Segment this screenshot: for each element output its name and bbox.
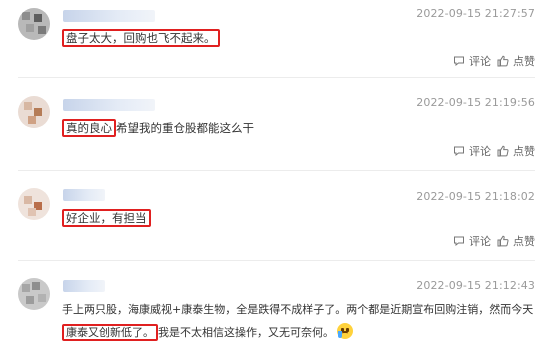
avatar[interactable] <box>18 8 50 40</box>
crying-face-icon <box>337 323 353 339</box>
highlighted-text: 康泰又创新低了。 <box>62 324 158 341</box>
like-label: 点赞 <box>513 145 535 158</box>
comment-icon <box>454 236 464 247</box>
comment-icon <box>454 56 464 67</box>
divider <box>18 260 535 261</box>
comment-icon <box>454 146 464 157</box>
reply-label: 评论 <box>469 145 491 158</box>
avatar[interactable] <box>18 278 50 310</box>
comment-item: 2022-09-15 21:27:57 盘子太大，回购也飞不起来。 评论 点赞 <box>0 0 553 78</box>
reply-label: 评论 <box>469 235 491 248</box>
comment-timestamp: 2022-09-15 21:18:02 <box>416 190 535 203</box>
comment-text: 真的良心 希望我的重仓股都能这么干 <box>62 119 254 137</box>
thumbs-up-icon <box>497 235 509 247</box>
comment-actions: 评论 点赞 <box>453 143 535 159</box>
highlighted-text: 好企业，有担当 <box>62 209 151 227</box>
like-button[interactable]: 点赞 <box>497 143 535 159</box>
like-label: 点赞 <box>513 55 535 68</box>
username[interactable] <box>63 10 155 22</box>
comment-actions: 评论 点赞 <box>453 233 535 249</box>
comment-text-line2: 康泰又创新低了。 我是不太相信这操作，又无可奈何。 <box>62 323 353 342</box>
comment-item: 2022-09-15 21:19:56 真的良心 希望我的重仓股都能这么干 评论 … <box>0 88 553 178</box>
comment-text-rest: 我是不太相信这操作，又无可奈何。 <box>158 326 334 339</box>
reply-button[interactable]: 评论 <box>453 143 491 159</box>
like-button[interactable]: 点赞 <box>497 233 535 249</box>
divider <box>18 170 535 171</box>
comment-timestamp: 2022-09-15 21:19:56 <box>416 96 535 109</box>
divider <box>18 77 535 78</box>
comment-text-rest: 希望我的重仓股都能这么干 <box>116 121 254 135</box>
comment-text: 盘子太大，回购也飞不起来。 <box>62 29 220 47</box>
reply-label: 评论 <box>469 55 491 68</box>
highlighted-text: 盘子太大，回购也飞不起来。 <box>62 29 220 47</box>
avatar[interactable] <box>18 188 50 220</box>
highlighted-text: 真的良心 <box>62 119 116 137</box>
username[interactable] <box>63 280 105 292</box>
username[interactable] <box>63 99 155 111</box>
comment-text: 好企业，有担当 <box>62 209 151 227</box>
comment-timestamp: 2022-09-15 21:27:57 <box>416 7 535 20</box>
username[interactable] <box>63 189 105 201</box>
comment-actions: 评论 点赞 <box>453 53 535 69</box>
comment-timestamp: 2022-09-15 21:12:43 <box>416 279 535 292</box>
reply-button[interactable]: 评论 <box>453 233 491 249</box>
avatar[interactable] <box>18 96 50 128</box>
comment-item: 2022-09-15 21:12:43 手上两只股，海康威视+康泰生物，全是跌得… <box>0 268 553 346</box>
like-button[interactable]: 点赞 <box>497 53 535 69</box>
thumbs-up-icon <box>497 145 509 157</box>
comment-text-line1: 手上两只股，海康威视+康泰生物，全是跌得不成样子了。两个都是近期宣布回购注销，然… <box>62 303 534 316</box>
like-label: 点赞 <box>513 235 535 248</box>
reply-button[interactable]: 评论 <box>453 53 491 69</box>
comment-item: 2022-09-15 21:18:02 好企业，有担当 评论 点赞 <box>0 180 553 261</box>
thumbs-up-icon <box>497 55 509 67</box>
